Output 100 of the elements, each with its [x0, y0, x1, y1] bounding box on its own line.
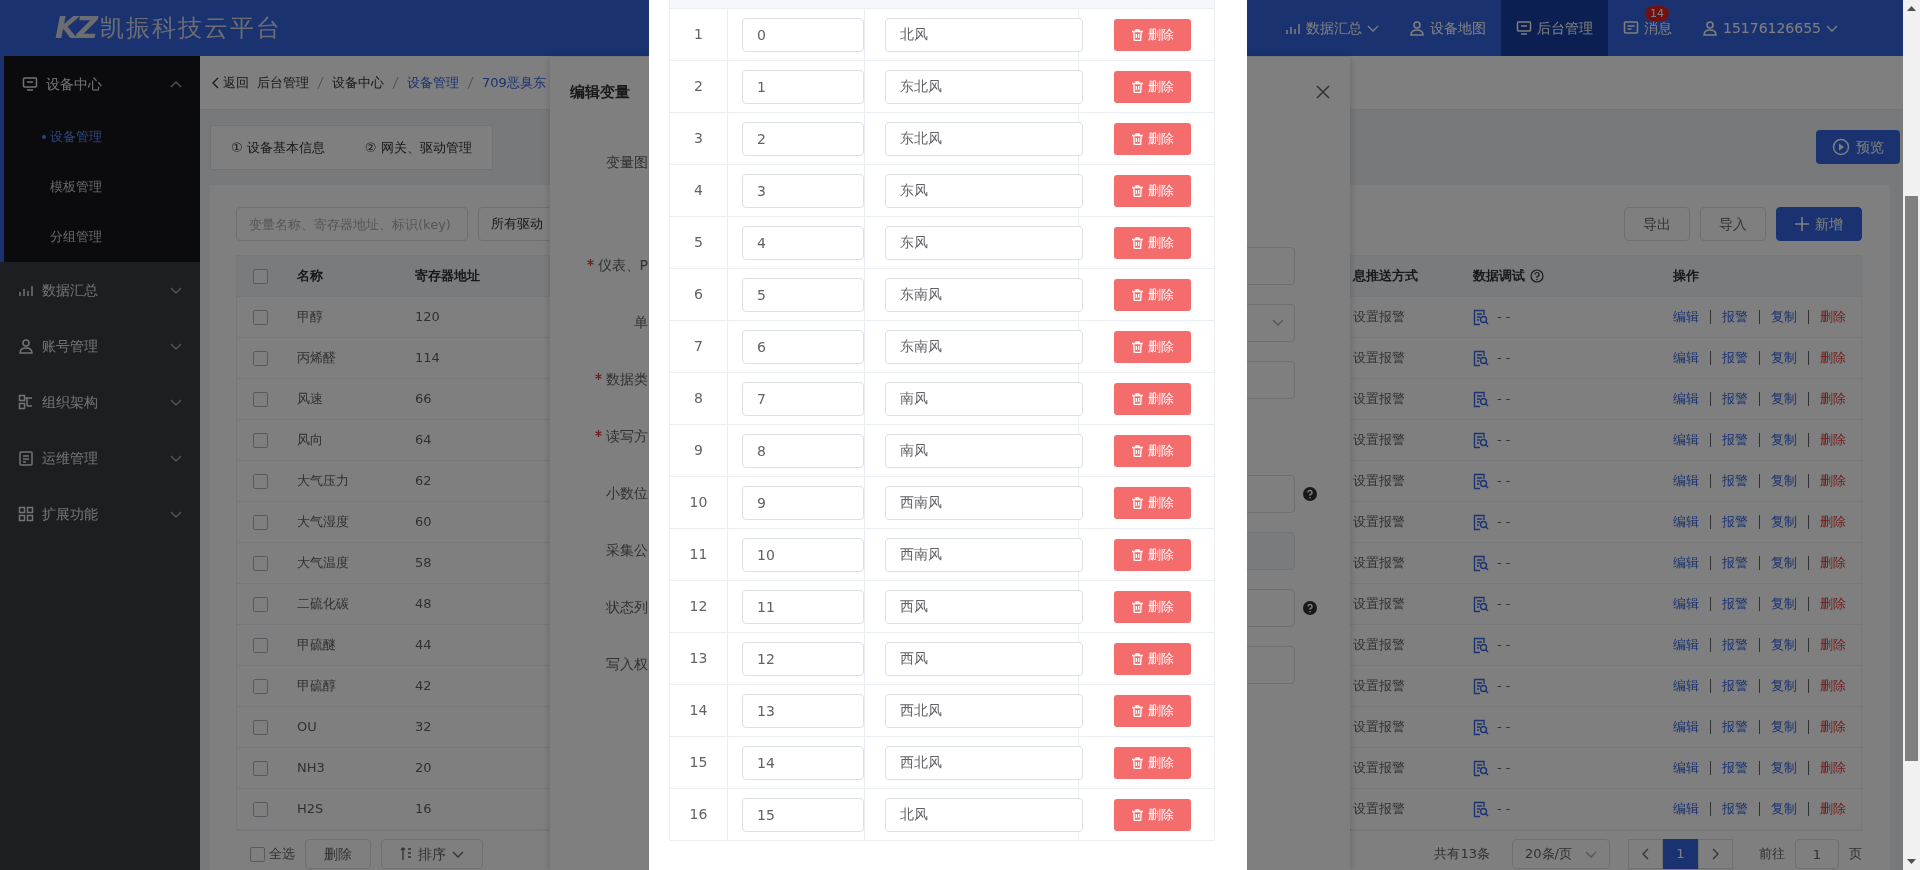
nav-item[interactable]: 消息 14	[1608, 0, 1687, 56]
value-field[interactable]: 11	[742, 589, 864, 624]
action-link[interactable]: 复制	[1759, 515, 1808, 529]
delete-button[interactable]: 删除	[1114, 278, 1191, 311]
action-link[interactable]: 编辑	[1673, 433, 1710, 447]
delete-button[interactable]: 删除	[1114, 122, 1191, 155]
action-link[interactable]: 复制	[1759, 597, 1808, 611]
delete-button[interactable]: 删除	[305, 839, 371, 869]
delete-link[interactable]: 删除	[1808, 433, 1857, 447]
nav-item[interactable]: 15176126655	[1687, 0, 1853, 56]
value-field[interactable]: 7	[742, 381, 864, 416]
action-link[interactable]: 报警	[1710, 474, 1759, 488]
action-link[interactable]: 报警	[1710, 392, 1759, 406]
action-link[interactable]: 复制	[1759, 351, 1808, 365]
text-field[interactable]: 东北风	[885, 121, 1083, 156]
action-link[interactable]: 复制	[1759, 310, 1808, 324]
action-link[interactable]: 编辑	[1673, 679, 1710, 693]
action-link[interactable]: 复制	[1759, 433, 1808, 447]
sidebar-item[interactable]: 账号管理	[0, 318, 200, 374]
action-link[interactable]: 编辑	[1673, 515, 1710, 529]
scroll-up-icon[interactable]	[1907, 6, 1916, 11]
delete-button[interactable]: 删除	[1114, 746, 1191, 779]
action-link[interactable]: 复制	[1759, 392, 1808, 406]
delete-link[interactable]: 删除	[1808, 310, 1857, 324]
text-field[interactable]: 东风	[885, 173, 1083, 208]
document-search-icon[interactable]	[1473, 677, 1489, 695]
text-field[interactable]: 南风	[885, 433, 1083, 468]
checkbox[interactable]	[252, 432, 268, 448]
text-field[interactable]: 西北风	[885, 745, 1083, 780]
text-field[interactable]: 西风	[885, 589, 1083, 624]
action-link[interactable]: 报警	[1710, 720, 1759, 734]
delete-button[interactable]: 删除	[1114, 382, 1191, 415]
preview-button[interactable]: 预览	[1816, 130, 1900, 164]
document-search-icon[interactable]	[1473, 759, 1489, 777]
value-field[interactable]: 3	[742, 173, 864, 208]
delete-button[interactable]: 删除	[1114, 174, 1191, 207]
text-field[interactable]: 西南风	[885, 485, 1083, 520]
page-size-select[interactable]: 20条/页	[1512, 839, 1610, 869]
action-link[interactable]: 报警	[1710, 597, 1759, 611]
scrollbar[interactable]	[1903, 0, 1920, 870]
sidebar-item[interactable]: 数据汇总	[0, 262, 200, 318]
delete-link[interactable]: 删除	[1808, 351, 1857, 365]
document-search-icon[interactable]	[1473, 800, 1489, 818]
scroll-down-icon[interactable]	[1907, 859, 1916, 864]
delete-button[interactable]: 删除	[1114, 590, 1191, 623]
text-field[interactable]: 北风	[885, 797, 1083, 832]
delete-button[interactable]: 删除	[1114, 226, 1191, 259]
action-link[interactable]: 报警	[1710, 515, 1759, 529]
action-link[interactable]: 编辑	[1673, 720, 1710, 734]
checkbox[interactable]	[252, 268, 268, 284]
action-link[interactable]: 编辑	[1673, 597, 1710, 611]
delete-link[interactable]: 删除	[1808, 597, 1857, 611]
value-field[interactable]: 1	[742, 69, 864, 104]
action-link[interactable]: 复制	[1759, 802, 1808, 816]
document-search-icon[interactable]	[1473, 636, 1489, 654]
delete-link[interactable]: 删除	[1808, 638, 1857, 652]
delete-link[interactable]: 删除	[1808, 679, 1857, 693]
document-search-icon[interactable]	[1473, 390, 1489, 408]
delete-button[interactable]: 删除	[1114, 330, 1191, 363]
action-link[interactable]: 编辑	[1673, 638, 1710, 652]
scrollbar-thumb[interactable]	[1905, 196, 1918, 761]
value-field[interactable]: 0	[742, 17, 864, 52]
delete-link[interactable]: 删除	[1808, 761, 1857, 775]
nav-item[interactable]: 设备地图	[1394, 0, 1501, 56]
text-field[interactable]: 西风	[885, 641, 1083, 676]
text-field[interactable]: 南风	[885, 381, 1083, 416]
action-link[interactable]: 复制	[1759, 638, 1808, 652]
delete-button[interactable]: 删除	[1114, 642, 1191, 675]
close-icon[interactable]	[1316, 85, 1330, 99]
checkbox[interactable]	[252, 555, 268, 571]
checkbox[interactable]	[252, 637, 268, 653]
delete-link[interactable]: 删除	[1808, 802, 1857, 816]
value-field[interactable]: 15	[742, 797, 864, 832]
sidebar-item[interactable]: 扩展功能	[0, 486, 200, 542]
text-field[interactable]: 东南风	[885, 329, 1083, 364]
action-link[interactable]: 复制	[1759, 474, 1808, 488]
text-field[interactable]: 西北风	[885, 693, 1083, 728]
sidebar-item[interactable]: 设备中心	[4, 56, 200, 112]
text-field[interactable]: 西南风	[885, 537, 1083, 572]
delete-button[interactable]: 删除	[1114, 538, 1191, 571]
action-link[interactable]: 复制	[1759, 556, 1808, 570]
action-link[interactable]: 报警	[1710, 761, 1759, 775]
action-link[interactable]: 编辑	[1673, 392, 1710, 406]
checkbox[interactable]	[252, 760, 268, 776]
action-link[interactable]: 编辑	[1673, 310, 1710, 324]
value-field[interactable]: 6	[742, 329, 864, 364]
document-search-icon[interactable]	[1473, 513, 1489, 531]
delete-link[interactable]: 删除	[1808, 392, 1857, 406]
value-field[interactable]: 12	[742, 641, 864, 676]
checkbox[interactable]	[252, 350, 268, 366]
back-link[interactable]: 返回	[212, 72, 249, 93]
value-field[interactable]: 13	[742, 693, 864, 728]
sort-button[interactable]: 排序	[381, 839, 483, 869]
delete-link[interactable]: 删除	[1808, 720, 1857, 734]
page-button[interactable]: 1	[1663, 839, 1698, 869]
sidebar-subitem[interactable]: 模板管理	[4, 162, 200, 212]
checkbox[interactable]	[252, 514, 268, 530]
delete-link[interactable]: 删除	[1808, 515, 1857, 529]
delete-button[interactable]: 删除	[1114, 434, 1191, 467]
step-tab[interactable]: ② 网关、驱动管理	[344, 126, 492, 169]
